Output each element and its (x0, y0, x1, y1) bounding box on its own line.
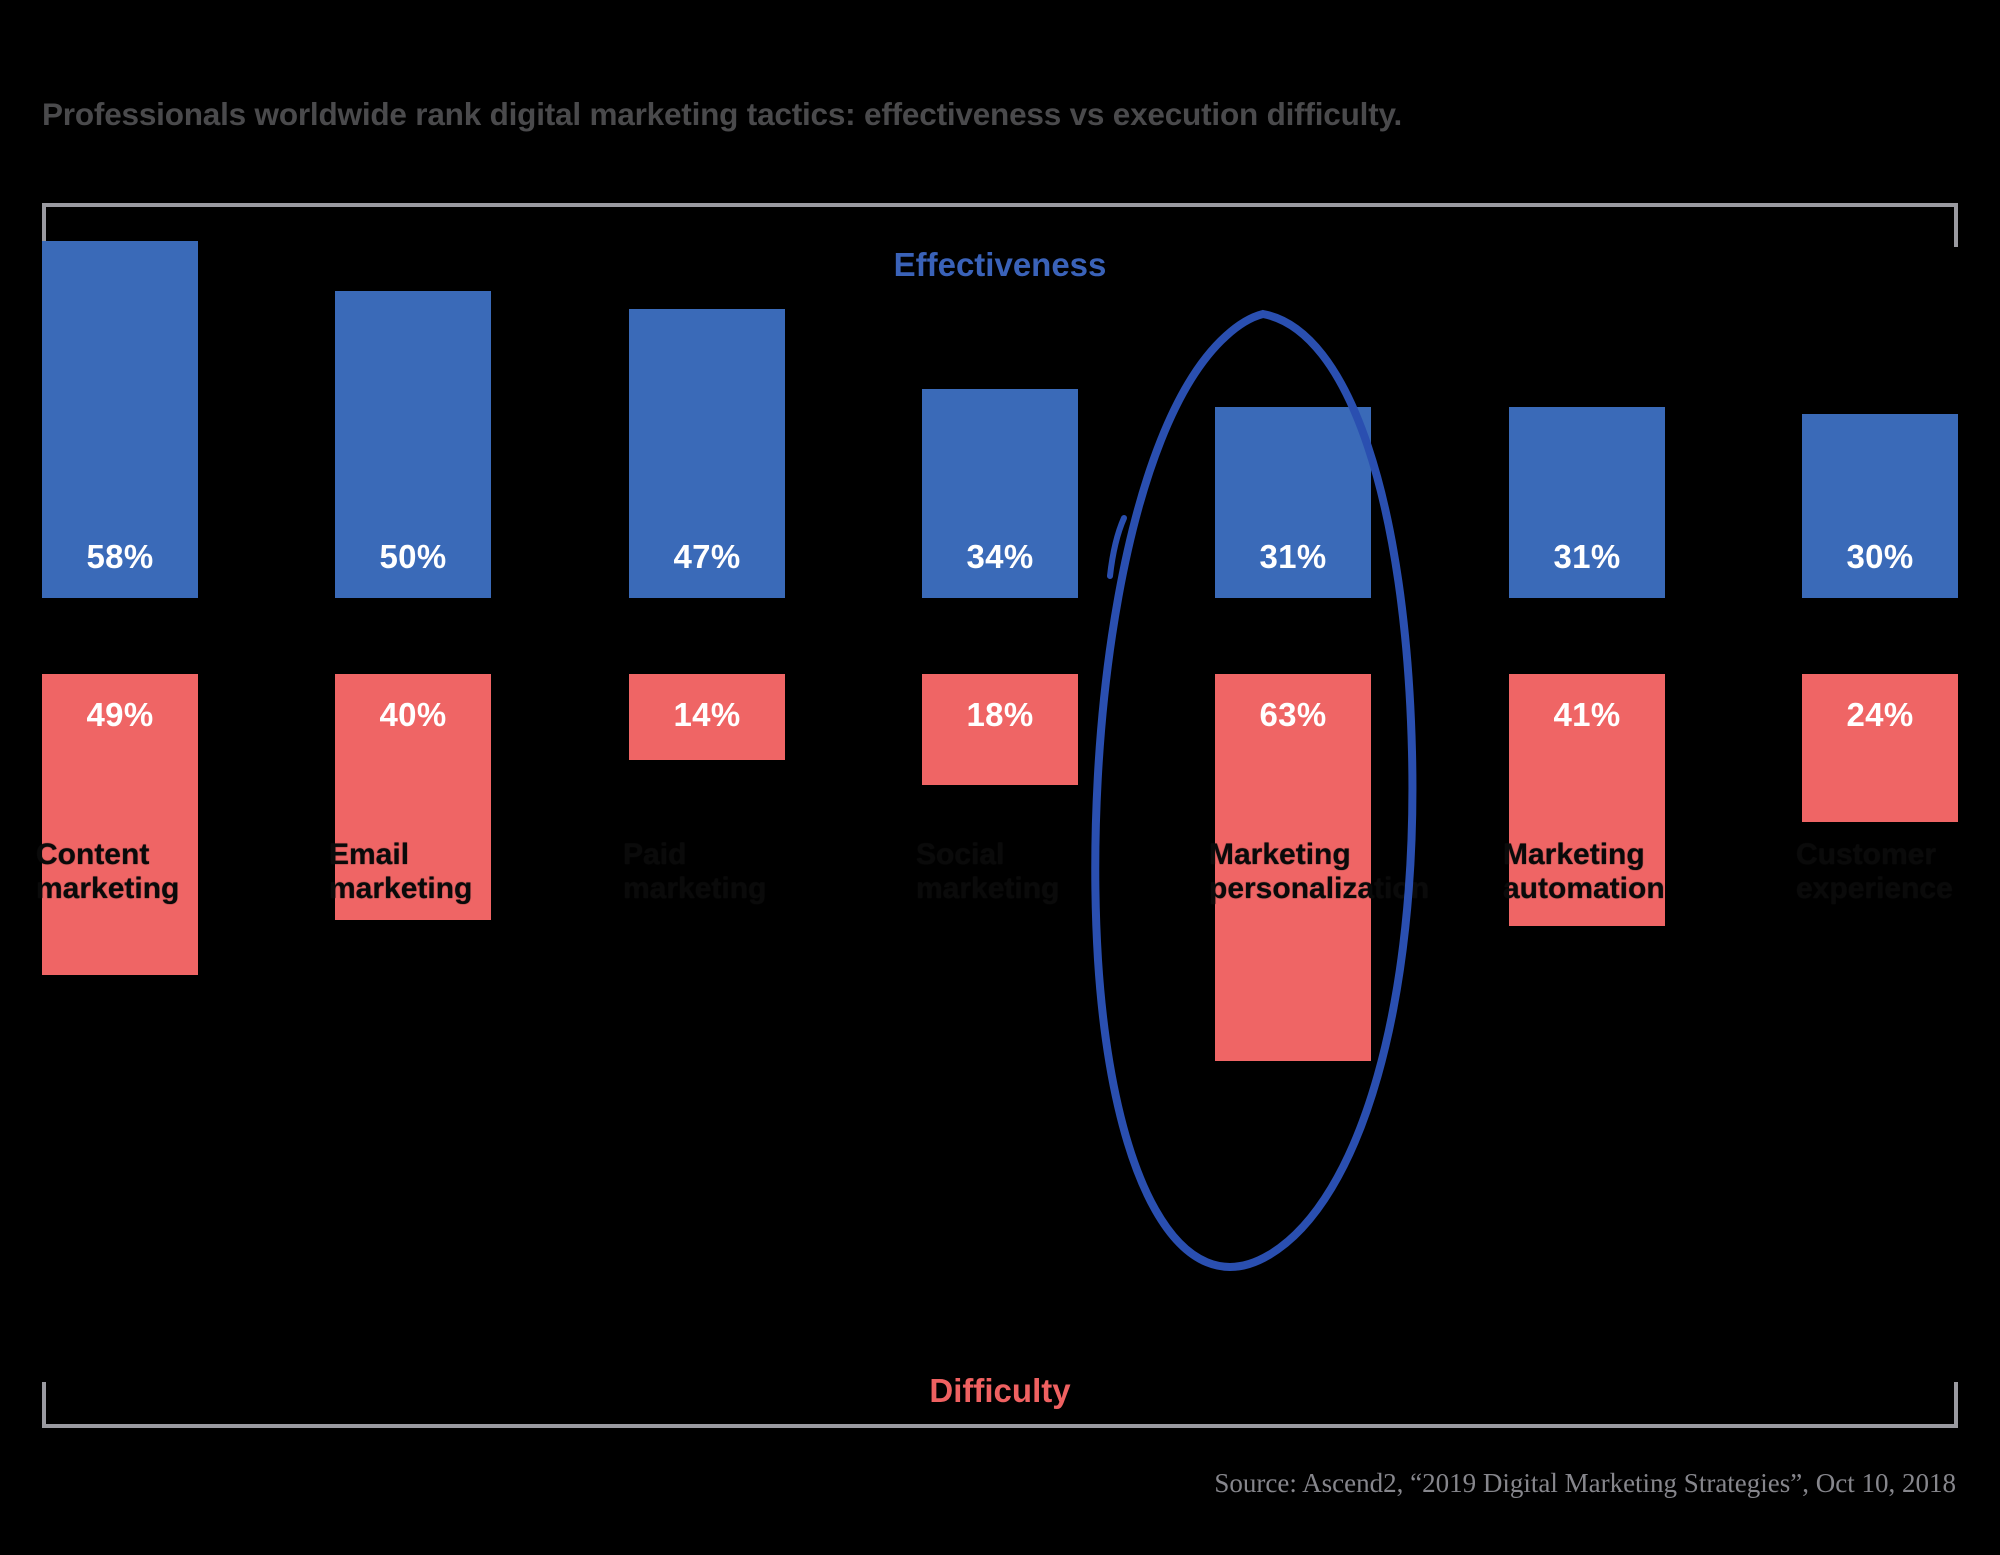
effectiveness-bar: 30% (1802, 413, 1958, 598)
difficulty-value-label: 24% (1846, 696, 1914, 733)
chart-column: 30% 24% Customer experience (1796, 240, 1958, 1370)
category-label: Email marketing (329, 838, 497, 905)
effectiveness-value-label: 50% (379, 538, 447, 575)
effectiveness-bar: 31% (1509, 407, 1665, 598)
category-label: Marketing automation (1503, 838, 1671, 905)
chart-column: 58% 49% Content marketing (36, 240, 198, 1370)
category-label: Customer experience (1796, 838, 1964, 905)
effectiveness-bar: 50% (335, 290, 491, 598)
difficulty-value-label: 14% (673, 696, 741, 733)
chart-canvas: Professionals worldwide rank digital mar… (0, 0, 2000, 1555)
axis-label-difficulty: Difficulty (929, 1372, 1071, 1409)
category-label: Social marketing (916, 838, 1084, 905)
frame-bottom-rule (42, 1424, 1958, 1428)
category-label-line: Marketing (1503, 838, 1645, 871)
difficulty-bar: 14% (629, 674, 785, 761)
effectiveness-bar: 31% (1215, 407, 1371, 598)
difficulty-bar: 18% (922, 674, 1078, 785)
effectiveness-bar: 58% (42, 241, 198, 598)
chart-column: 31% 63% Marketing personalization (1209, 240, 1429, 1370)
effectiveness-value-label: 31% (1553, 537, 1621, 575)
difficulty-value-label: 41% (1553, 696, 1621, 733)
effectiveness-value-label: 47% (673, 537, 741, 575)
difficulty-value-label: 63% (1259, 696, 1327, 733)
chart-column: 31% 41% Marketing automation (1503, 240, 1665, 1370)
effectiveness-bar: 47% (629, 308, 785, 598)
category-label-line: marketing (36, 871, 180, 905)
difficulty-value-label: 40% (379, 696, 447, 733)
difficulty-bar: 49% (42, 674, 198, 976)
category-label: Content marketing (36, 838, 204, 905)
frame-top-rule (42, 203, 1958, 207)
category-label-line: marketing (623, 871, 767, 905)
category-label-line: experience (1796, 871, 1953, 905)
plot-area: 58% 49% Content marketing 50% 40% Email marketi… (36, 240, 1958, 1370)
category-label-line: personalization (1209, 871, 1430, 905)
chart-column: 34% 18% Social marketing (916, 240, 1078, 1370)
category-label-line: Email (329, 838, 410, 871)
category-label-line: marketing (329, 871, 473, 905)
source-attribution: Source: Ascend2, “2019 Digital Marketing… (1214, 1468, 1956, 1498)
category-label-line: automation (1503, 871, 1665, 905)
effectiveness-value-label: 34% (966, 537, 1034, 575)
effectiveness-value-label: 31% (1259, 537, 1327, 575)
difficulty-value-label: 18% (966, 696, 1034, 733)
page-title: Professionals worldwide rank digital mar… (42, 96, 1403, 132)
category-label-line: marketing (916, 871, 1060, 905)
effectiveness-value-label: 58% (86, 537, 154, 575)
category-label-line: Paid (623, 838, 687, 871)
chart-column: 47% 14% Paid marketing (623, 240, 785, 1370)
category-label-line: Marketing (1209, 838, 1351, 871)
difficulty-bar: 24% (1802, 674, 1958, 822)
chart-column: 50% 40% Email marketing (329, 240, 491, 1370)
category-label-line: Customer (1796, 838, 1937, 871)
effectiveness-value-label: 30% (1846, 538, 1914, 575)
difficulty-value-label: 49% (86, 696, 154, 733)
category-label-line: Social (916, 838, 1005, 871)
effectiveness-bar: 34% (922, 388, 1078, 598)
category-label-line: Content (36, 838, 150, 871)
category-label: Paid marketing (623, 838, 791, 905)
category-label: Marketing personalization (1209, 838, 1430, 905)
